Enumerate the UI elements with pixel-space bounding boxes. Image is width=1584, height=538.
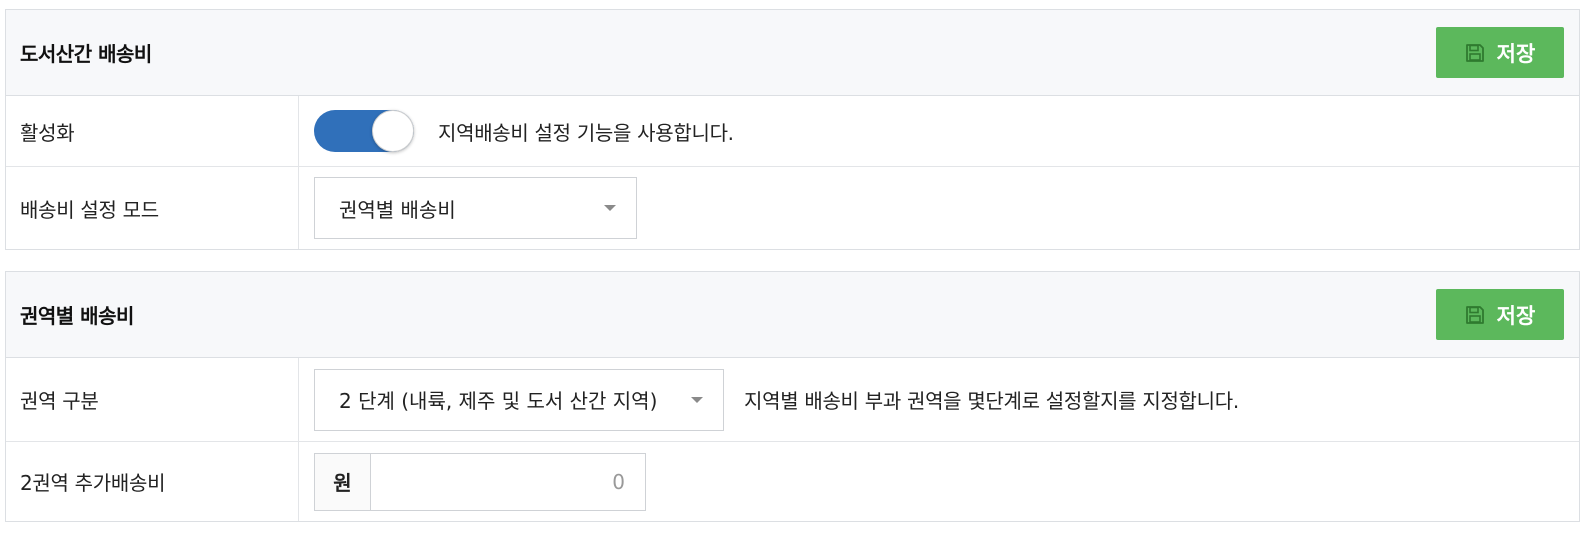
regional-shipping-panel: 도서산간 배송비 저장 활성화 지역배송비 설정 기능을 사용합니다. 배송비 … bbox=[5, 9, 1580, 250]
shipping-mode-select[interactable]: 권역별 배송비 bbox=[314, 177, 637, 239]
activation-label: 활성화 bbox=[6, 96, 299, 166]
activation-description: 지역배송비 설정 기능을 사용합니다. bbox=[438, 120, 734, 145]
zone2-fee-input-group: 원 bbox=[314, 452, 646, 511]
mode-row: 배송비 설정 모드 권역별 배송비 bbox=[6, 167, 1579, 249]
activation-toggle[interactable] bbox=[314, 110, 414, 152]
panel-title: 도서산간 배송비 bbox=[20, 42, 152, 66]
panel-header: 도서산간 배송비 저장 bbox=[6, 10, 1579, 96]
shipping-mode-value: 권역별 배송비 bbox=[339, 197, 456, 222]
save-button[interactable]: 저장 bbox=[1436, 289, 1564, 340]
caret-down-icon bbox=[691, 396, 703, 403]
zone-division-description: 지역별 배송비 부과 권역을 몇단계로 설정할지를 지정합니다. bbox=[744, 389, 1239, 413]
zone2-fee-input[interactable] bbox=[371, 453, 645, 510]
save-button-label: 저장 bbox=[1496, 303, 1536, 328]
toggle-knob bbox=[372, 110, 414, 152]
zone2-fee-label: 2권역 추가배송비 bbox=[6, 442, 299, 521]
caret-down-icon bbox=[604, 205, 616, 211]
zone-division-label: 권역 구분 bbox=[6, 358, 299, 441]
panel-title: 권역별 배송비 bbox=[20, 304, 134, 328]
zone-division-select[interactable]: 2 단계 (내륙, 제주 및 도서 산간 지역) bbox=[314, 368, 724, 431]
zone-division-value: 2 단계 (내륙, 제주 및 도서 산간 지역) bbox=[339, 389, 658, 413]
zone2-fee-row: 2권역 추가배송비 원 bbox=[6, 442, 1579, 521]
save-button[interactable]: 저장 bbox=[1436, 27, 1564, 78]
currency-addon: 원 bbox=[315, 453, 371, 510]
save-icon bbox=[1465, 43, 1485, 63]
save-icon bbox=[1465, 305, 1485, 325]
zone-division-row: 권역 구분 2 단계 (내륙, 제주 및 도서 산간 지역) 지역별 배송비 부… bbox=[6, 358, 1579, 442]
zone-shipping-panel: 권역별 배송비 저장 권역 구분 2 단계 (내륙, 제주 및 도서 산간 지역… bbox=[5, 271, 1580, 522]
activation-row: 활성화 지역배송비 설정 기능을 사용합니다. bbox=[6, 96, 1579, 167]
save-button-label: 저장 bbox=[1496, 41, 1536, 66]
panel-header: 권역별 배송비 저장 bbox=[6, 272, 1579, 358]
mode-label: 배송비 설정 모드 bbox=[6, 167, 299, 249]
